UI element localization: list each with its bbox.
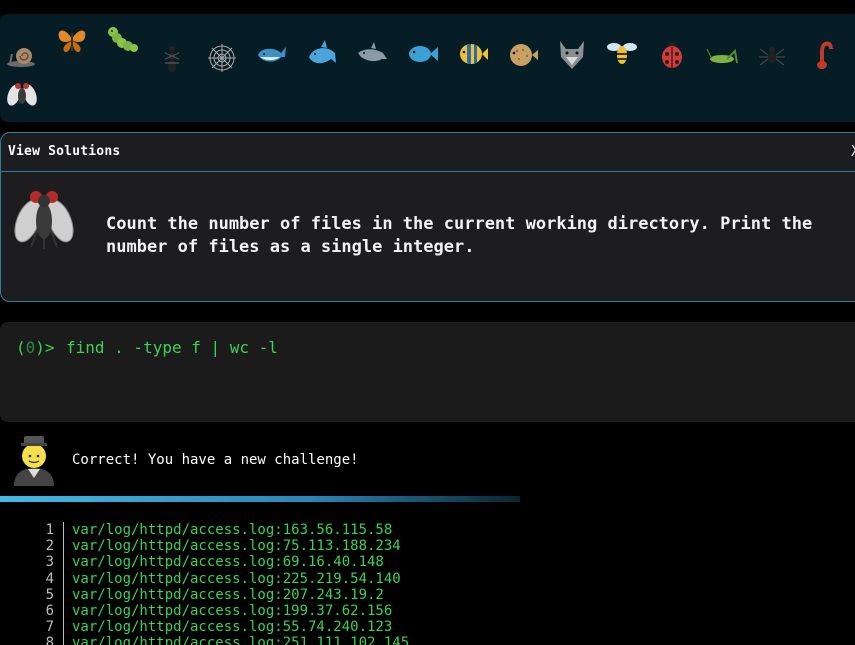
output-row: 2 var/log/httpd/access.log:75.113.188.234 — [0, 538, 855, 556]
output-line-text: var/log/httpd/access.log:225.219.54.140 — [72, 570, 401, 587]
output-listing: 1 var/log/httpd/access.log:163.56.115.58 2… — [0, 522, 855, 645]
fly-icon[interactable] — [4, 76, 40, 112]
line-number: 4 — [45, 570, 54, 587]
line-number: 8 — [45, 635, 54, 645]
line-number: 6 — [45, 602, 54, 619]
line-number: 1 — [45, 522, 54, 538]
line-number: 2 — [45, 538, 54, 555]
line-number: 5 — [45, 586, 54, 603]
output-row: 1 var/log/httpd/access.log:163.56.115.58 — [0, 522, 855, 539]
output-line-text: var/log/httpd/access.log:55.74.240.123 — [72, 619, 393, 636]
gutter-separator — [63, 619, 64, 637]
ladybug-icon[interactable] — [654, 36, 690, 72]
ant-icon[interactable] — [154, 40, 190, 76]
output-line-text: var/log/httpd/access.log:199.37.62.156 — [72, 602, 393, 619]
output-row: 7 var/log/httpd/access.log:55.74.240.123 — [0, 619, 855, 637]
output-line-text: var/log/httpd/access.log:75.113.188.234 — [72, 538, 401, 555]
bee-icon[interactable] — [604, 36, 640, 72]
line-number: 7 — [45, 619, 54, 636]
output-row: 8 var/log/httpd/access.log:251.111.102.14… — [0, 635, 855, 645]
animal-bar — [0, 14, 855, 122]
gutter-separator — [63, 522, 64, 539]
output-line-text: var/log/httpd/access.log:69.16.40.148 — [72, 554, 384, 571]
cricket-icon[interactable] — [704, 40, 740, 76]
caterpillar-icon[interactable] — [104, 22, 140, 58]
blowfish-icon[interactable] — [504, 36, 540, 72]
spider-icon[interactable] — [754, 36, 790, 72]
gutter-separator — [63, 586, 64, 604]
prompt-count: 0 — [25, 338, 36, 357]
gutter-separator — [63, 538, 64, 556]
challenge-panel: View Solutions X Count the number of fil… — [0, 132, 855, 302]
gutter-separator — [63, 554, 64, 572]
progress-bar — [0, 496, 520, 502]
whale-icon[interactable] — [254, 36, 290, 72]
challenge-text: Count the number of files in the current… — [106, 214, 813, 257]
output-row: 5 var/log/httpd/access.log:207.243.19.2 — [0, 586, 855, 604]
shark-icon[interactable] — [304, 36, 340, 72]
command-input[interactable] — [66, 334, 826, 360]
butterfly-icon[interactable] — [54, 22, 90, 58]
output-row: 3 var/log/httpd/access.log:69.16.40.148 — [0, 554, 855, 572]
fish-icon[interactable] — [404, 36, 440, 72]
judge-avatar — [14, 436, 54, 486]
gutter-separator — [63, 635, 64, 645]
close-button[interactable]: X — [851, 142, 855, 160]
view-solutions-button[interactable]: View Solutions — [8, 144, 120, 159]
panel-header: View Solutions X — [1, 133, 855, 172]
prompt-prefix: ( — [16, 338, 26, 357]
tropical-fish-icon[interactable] — [454, 36, 490, 72]
scorpion-icon[interactable] — [804, 36, 840, 72]
gutter-separator — [63, 602, 64, 620]
terminal[interactable]: (0)> — [0, 322, 855, 422]
line-number: 3 — [45, 554, 54, 571]
spider-web-icon[interactable] — [204, 40, 240, 76]
fly-icon — [14, 191, 74, 249]
output-line-text: var/log/httpd/access.log:207.243.19.2 — [72, 586, 384, 603]
prompt-suffix: )> — [35, 338, 55, 357]
output-line-text: var/log/httpd/access.log:163.56.115.58 — [72, 522, 393, 538]
snail-icon[interactable] — [4, 36, 40, 72]
prompt: (0)> — [16, 338, 55, 357]
wolf-icon[interactable] — [554, 36, 590, 72]
output-row: 4 var/log/httpd/access.log:225.219.54.140 — [0, 570, 855, 588]
output-row: 6 var/log/httpd/access.log:199.37.62.156 — [0, 602, 855, 620]
output-line-text: var/log/httpd/access.log:251.111.102.145 — [72, 635, 410, 645]
dolphin-icon[interactable] — [354, 36, 390, 72]
progress-fill — [0, 496, 520, 502]
gutter-separator — [63, 570, 64, 588]
feedback-message: Correct! You have a new challenge! — [72, 452, 359, 468]
